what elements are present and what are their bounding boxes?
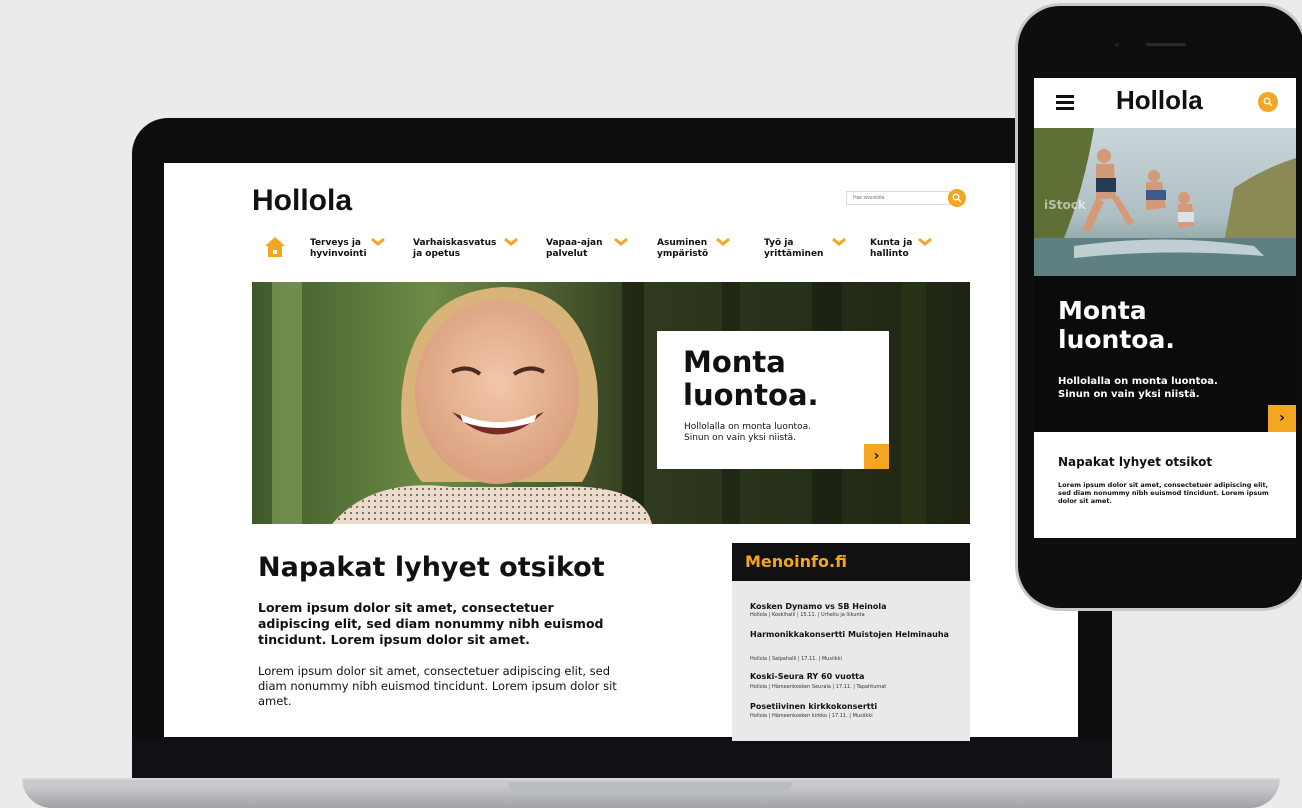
nav-item-asuminen[interactable]: Asuminen ympäristö: [657, 238, 708, 260]
chevron-down-icon[interactable]: [504, 238, 518, 246]
event-meta: Hollola | Koskihalli | 15.11. | Urheilu …: [750, 612, 865, 618]
search-input[interactable]: [846, 191, 950, 205]
search-button[interactable]: [1258, 92, 1278, 112]
hero-arrow-button[interactable]: ›: [864, 444, 889, 469]
site-logo[interactable]: Hollola: [1116, 85, 1203, 116]
nav-item-varhaiskasvatus[interactable]: Varhaiskasvatus ja opetus: [413, 238, 496, 260]
mobile-hero-arrow-button[interactable]: ›: [1268, 405, 1296, 432]
hero-title: Monta luontoa.: [683, 345, 819, 412]
mobile-hero-title: Monta luontoa.: [1058, 296, 1175, 354]
event-meta: Hollola | Salpahalli | 17.11. | Musiikki: [750, 656, 842, 662]
home-icon[interactable]: [264, 236, 286, 258]
mobile-content-body: Lorem ipsum dolor sit amet, consectetuer…: [1058, 481, 1269, 505]
nav-item-terveys[interactable]: Terveys ja hyvinvointi: [310, 238, 367, 260]
chevron-down-icon[interactable]: [832, 238, 846, 246]
hamburger-icon[interactable]: [1056, 94, 1074, 110]
mobile-hero-subtitle: Hollolalla on monta luontoa. Sinun on vai…: [1058, 376, 1218, 400]
phone-camera: [1115, 43, 1119, 47]
chevron-down-icon[interactable]: [716, 238, 730, 246]
hero-subtitle: Hollolalla on monta luontoa. Sinun on vai…: [684, 422, 811, 443]
event-title[interactable]: Harmonikkakonsertti Muistojen Helminauha: [750, 630, 950, 639]
event-meta: Hollola | Hämeenkosken kirkko | 17.11. |…: [750, 713, 873, 719]
chevron-down-icon[interactable]: [371, 238, 385, 246]
chevron-down-icon[interactable]: [918, 238, 932, 246]
menoinfo-title[interactable]: Menoinfo.fi: [745, 552, 847, 571]
event-title[interactable]: Kosken Dynamo vs SB Heinola: [750, 602, 950, 611]
mobile-content-heading: Napakat lyhyet otsikot: [1058, 455, 1213, 469]
site-logo[interactable]: Hollola: [252, 184, 352, 218]
event-title[interactable]: Koski-Seura RY 60 vuotta: [750, 672, 950, 681]
event-meta: Hollola | Hämeenkosken Seurala | 17.11. …: [750, 684, 887, 690]
phone-speaker: [1146, 43, 1186, 46]
search-icon: [952, 193, 962, 203]
event-title[interactable]: Posetiivinen kirkkokonsertti: [750, 702, 950, 711]
content-lead: Lorem ipsum dolor sit amet, consectetuer…: [258, 600, 604, 647]
image-watermark: iStock: [1044, 198, 1086, 212]
search-icon: [1263, 97, 1273, 107]
laptop-notch: [508, 782, 792, 792]
content-body: Lorem ipsum dolor sit amet, consectetuer…: [258, 664, 617, 708]
chevron-down-icon[interactable]: [614, 238, 628, 246]
nav-item-tyo[interactable]: Työ ja yrittäminen: [764, 238, 823, 260]
nav-item-kunta[interactable]: Kunta ja hallinto: [870, 238, 912, 260]
nav-item-vapaa-ajan[interactable]: Vapaa-ajan palvelut: [546, 238, 603, 260]
content-heading: Napakat lyhyet otsikot: [258, 552, 605, 583]
search-button[interactable]: [948, 189, 966, 207]
